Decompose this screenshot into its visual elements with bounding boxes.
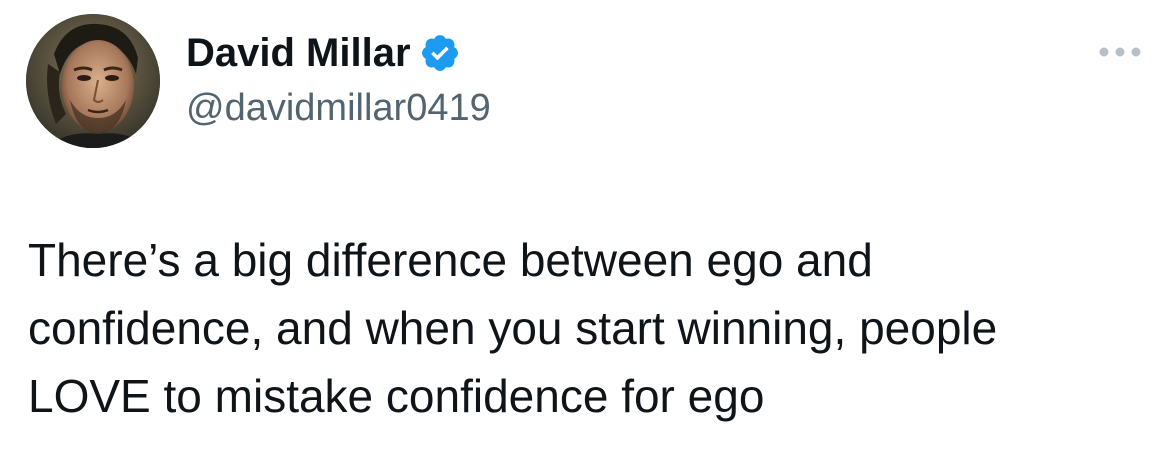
more-options-icon[interactable] (1096, 38, 1144, 66)
avatar-image (26, 14, 160, 148)
author-name-row: David Millar (186, 28, 461, 78)
tweet-text: There’s a big difference between ego and… (28, 234, 998, 422)
avatar[interactable] (26, 14, 160, 148)
display-name[interactable]: David Millar (186, 28, 411, 78)
verified-badge-icon[interactable] (419, 32, 461, 74)
author-handle[interactable]: @davidmillar0419 (186, 84, 491, 132)
tweet-card[interactable]: David Millar @davidmillar0419 There’s a … (0, 0, 1170, 451)
